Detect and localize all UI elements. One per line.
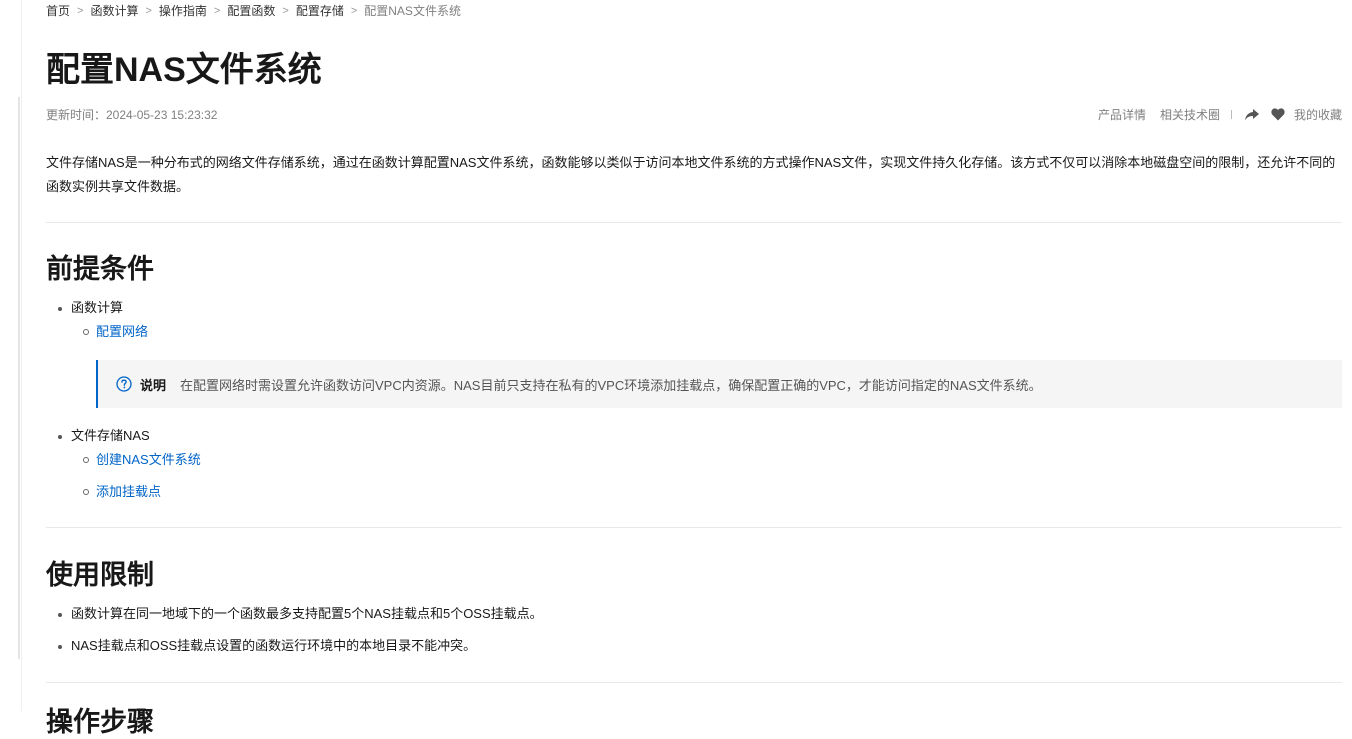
steps-heading: 操作步骤 — [46, 707, 154, 737]
product-details-link[interactable]: 产品详情 — [1098, 106, 1146, 123]
breadcrumb: 首页 > 函数计算 > 操作指南 > 配置函数 > 配置存储 > 配置NAS文件… — [46, 2, 461, 19]
prereq-heading: 前提条件 — [46, 254, 154, 284]
divider — [1230, 110, 1232, 119]
chevron-right-icon: > — [77, 4, 84, 17]
note-label: 说明 — [140, 377, 167, 393]
meta-actions: 产品详情 相关技术圈 我的收藏 — [1098, 106, 1342, 123]
chevron-right-icon: > — [350, 4, 358, 17]
my-favorites-link[interactable]: 我的收藏 — [1294, 106, 1342, 123]
chevron-right-icon: > — [282, 4, 289, 17]
breadcrumb-item-guide[interactable]: 操作指南 — [159, 2, 207, 19]
page-title: 配置NAS文件系统 — [46, 51, 322, 89]
list-item-limit: NAS挂载点和OSS挂载点设置的函数运行环境中的本地目录不能冲突。 — [57, 638, 477, 653]
meta-row: 更新时间：2024-05-23 15:23:32 产品详情 相关技术圈 我的收藏 — [46, 106, 1342, 122]
page-edge-line — [21, 0, 22, 711]
limits-heading: 使用限制 — [46, 560, 154, 590]
list-item-function-compute: 函数计算 — [57, 300, 124, 315]
breadcrumb-current: 配置NAS文件系统 — [364, 4, 461, 18]
note-text: 在配置网络时需设置允许函数访问VPC内资源。NAS目前只支持在私有的VPC环境添… — [180, 377, 1042, 393]
section-divider — [46, 222, 1342, 223]
heart-icon[interactable] — [1270, 107, 1286, 123]
link-add-mount-point[interactable]: 添加挂载点 — [82, 483, 161, 501]
list-item-nas: 文件存储NAS — [58, 428, 150, 443]
breadcrumb-item-function-compute[interactable]: 函数计算 — [90, 2, 138, 19]
help-circle-icon — [116, 376, 132, 392]
intro-paragraph: 文件存储NAS是一种分布式的网络文件存储系统，通过在函数计算配置NAS文件系统，… — [46, 155, 1336, 194]
chevron-right-icon: > — [145, 4, 152, 17]
section-divider — [46, 527, 1342, 528]
breadcrumb-item-configure-storage[interactable]: 配置存储 — [296, 2, 344, 19]
section-divider — [46, 682, 1342, 683]
breadcrumb-item-home[interactable]: 首页 — [46, 2, 70, 19]
link-create-nas[interactable]: 创建NAS文件系统 — [83, 451, 201, 469]
list-item-limit: 函数计算在同一地域下的一个函数最多支持配置5个NAS挂载点和5个OSS挂载点。 — [58, 606, 543, 621]
chevron-right-icon: > — [213, 4, 221, 17]
updated-time: 更新时间：2024-05-23 15:23:32 — [46, 108, 218, 122]
share-icon[interactable] — [1244, 107, 1260, 123]
link-configure-network[interactable]: 配置网络 — [82, 323, 148, 341]
sidebar-scroll-track — [18, 97, 20, 659]
note-box: 说明 在配置网络时需设置允许函数访问VPC内资源。NAS目前只支持在私有的VPC… — [96, 360, 1342, 408]
tech-circle-link[interactable]: 相关技术圈 — [1160, 106, 1220, 123]
breadcrumb-item-configure-function[interactable]: 配置函数 — [227, 2, 275, 19]
